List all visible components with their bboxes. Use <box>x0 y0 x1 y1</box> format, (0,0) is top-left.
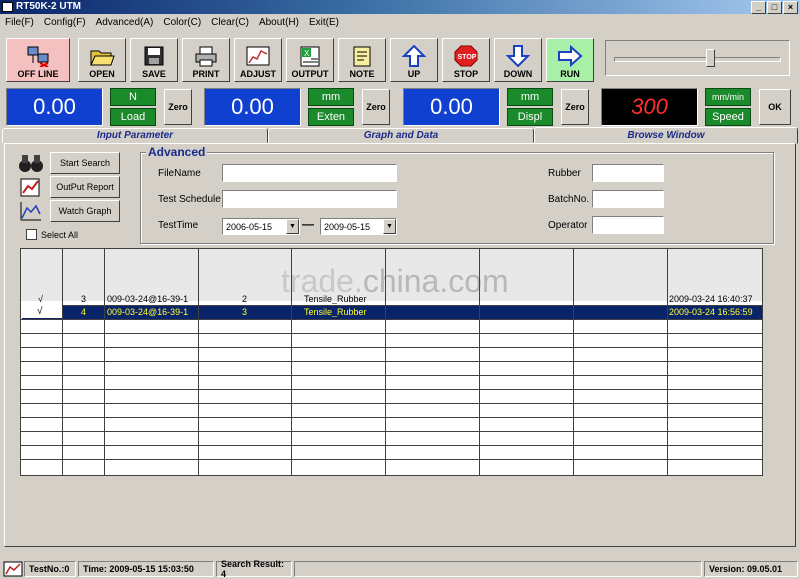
menu-color[interactable]: Color(C) <box>158 17 206 28</box>
adjust-chart-icon <box>246 46 270 66</box>
rubber-label: Rubber <box>548 168 581 179</box>
exten-unit[interactable]: mm <box>308 88 354 106</box>
menu-advanced[interactable]: Advanced(A) <box>91 17 159 28</box>
report-icon <box>20 178 40 197</box>
results-grid[interactable]: trade.china.com √ 3 009-03-24@16-39-1 2 … <box>20 248 763 476</box>
maximize-button[interactable]: □ <box>767 1 782 14</box>
output-button[interactable]: X OUTPUT <box>286 38 334 82</box>
load-value: 0.00 <box>6 88 103 126</box>
up-button[interactable]: UP <box>390 38 438 82</box>
arrow-right-icon <box>558 45 583 67</box>
offline-button[interactable]: OFF LINE <box>6 38 70 82</box>
arrow-up-icon <box>401 45 427 67</box>
open-folder-icon <box>90 50 115 66</box>
test-schedule-label: Test Schedule <box>158 194 221 205</box>
displ-value: 0.00 <box>403 88 500 126</box>
stop-sign-icon: STOP <box>454 45 478 67</box>
filename-label: FileName <box>158 168 201 179</box>
speed-unit[interactable]: mm/min <box>705 88 751 106</box>
slider-thumb[interactable] <box>706 49 715 67</box>
status-empty <box>294 561 702 577</box>
title-bar: RT50K-2 UTM _ □ × <box>0 0 800 14</box>
menu-config[interactable]: Config(F) <box>39 17 91 28</box>
svg-text:STOP: STOP <box>458 54 477 61</box>
note-button[interactable]: NOTE <box>338 38 386 82</box>
minimize-button[interactable]: _ <box>751 1 766 14</box>
app-icon <box>2 2 13 12</box>
close-button[interactable]: × <box>783 1 798 14</box>
displ-label[interactable]: Displ <box>507 108 553 126</box>
test-time-label: TestTime <box>158 220 199 231</box>
date-from-select[interactable]: 2006-05-15 ▼ <box>222 218 300 235</box>
operator-label: Operator <box>548 220 588 231</box>
batch-label: BatchNo. <box>548 194 590 205</box>
status-version: Version: 09.05.01 <box>704 561 798 577</box>
chart-logo-icon <box>3 561 23 577</box>
select-all-label: Select All <box>41 229 79 240</box>
menu-file[interactable]: File(F) <box>0 17 39 28</box>
arrow-down-icon <box>505 45 531 67</box>
date-to-select[interactable]: 2009-05-15 ▼ <box>320 218 397 235</box>
displ-zero-button[interactable]: Zero <box>561 89 589 125</box>
menu-bar: File(F) Config(F) Advanced(A) Color(C) C… <box>0 14 800 31</box>
svg-text:X: X <box>304 49 310 58</box>
network-offline-icon <box>27 46 49 67</box>
tab-graph-and-data[interactable]: Graph and Data <box>268 128 534 143</box>
batch-input[interactable] <box>592 190 664 208</box>
start-search-button[interactable]: Start Search <box>50 152 120 174</box>
menu-about[interactable]: About(H) <box>254 17 304 28</box>
operator-input[interactable] <box>592 216 664 234</box>
rubber-input[interactable] <box>592 164 664 182</box>
filename-input[interactable] <box>222 164 397 182</box>
slider-track <box>614 57 781 62</box>
adjust-button[interactable]: ADJUST <box>234 38 282 82</box>
load-zero-button[interactable]: Zero <box>164 89 192 125</box>
speed-slider[interactable] <box>605 40 790 76</box>
floppy-disk-icon <box>144 46 164 66</box>
speed-ok-button[interactable]: OK <box>759 89 791 125</box>
date-separator: — <box>302 217 314 231</box>
checkbox-box[interactable] <box>26 229 37 240</box>
binoculars-icon <box>19 155 43 172</box>
printer-icon <box>195 46 217 67</box>
chevron-down-icon[interactable]: ▼ <box>383 219 396 234</box>
status-test-no: TestNo.:0 <box>24 561 76 577</box>
watch-graph-button[interactable]: Watch Graph <box>50 200 120 222</box>
save-button[interactable]: SAVE <box>130 38 178 82</box>
select-all-checkbox[interactable]: Select All <box>26 229 78 240</box>
speed-value: 300 <box>601 88 698 126</box>
exten-zero-button[interactable]: Zero <box>362 89 390 125</box>
down-button[interactable]: DOWN <box>494 38 542 82</box>
exten-label[interactable]: Exten <box>308 108 354 126</box>
tab-browse-window[interactable]: Browse Window <box>534 127 798 144</box>
load-label[interactable]: Load <box>110 108 156 126</box>
spreadsheet-icon: X <box>300 46 320 67</box>
selected-check: √ <box>37 306 43 317</box>
window-title: RT50K-2 UTM <box>16 1 82 12</box>
speed-label[interactable]: Speed <box>705 108 751 126</box>
advanced-title: Advanced <box>146 145 208 159</box>
tab-strip: Input Parameter Graph and Data Browse Wi… <box>0 127 800 144</box>
displ-unit[interactable]: mm <box>507 88 553 106</box>
menu-exit[interactable]: Exit(E) <box>304 17 344 28</box>
exten-value: 0.00 <box>204 88 301 126</box>
chevron-down-icon[interactable]: ▼ <box>286 219 299 234</box>
status-time: Time: 2009-05-15 15:03:50 <box>78 561 214 577</box>
load-unit[interactable]: N <box>110 88 156 106</box>
stop-button[interactable]: STOP STOP <box>442 38 490 82</box>
graph-icon <box>20 202 41 221</box>
output-report-button[interactable]: OutPut Report <box>50 176 120 198</box>
status-search-result: Search Result: 4 <box>216 559 292 579</box>
note-pad-icon <box>353 46 371 67</box>
test-schedule-input[interactable] <box>222 190 397 208</box>
menu-clear[interactable]: Clear(C) <box>206 17 254 28</box>
status-bar: TestNo.:0 Time: 2009-05-15 15:03:50 Sear… <box>0 559 800 579</box>
tab-input-parameter[interactable]: Input Parameter <box>2 128 268 143</box>
print-button[interactable]: PRINT <box>182 38 230 82</box>
open-button[interactable]: OPEN <box>78 38 126 82</box>
run-button[interactable]: RUN <box>546 38 594 82</box>
